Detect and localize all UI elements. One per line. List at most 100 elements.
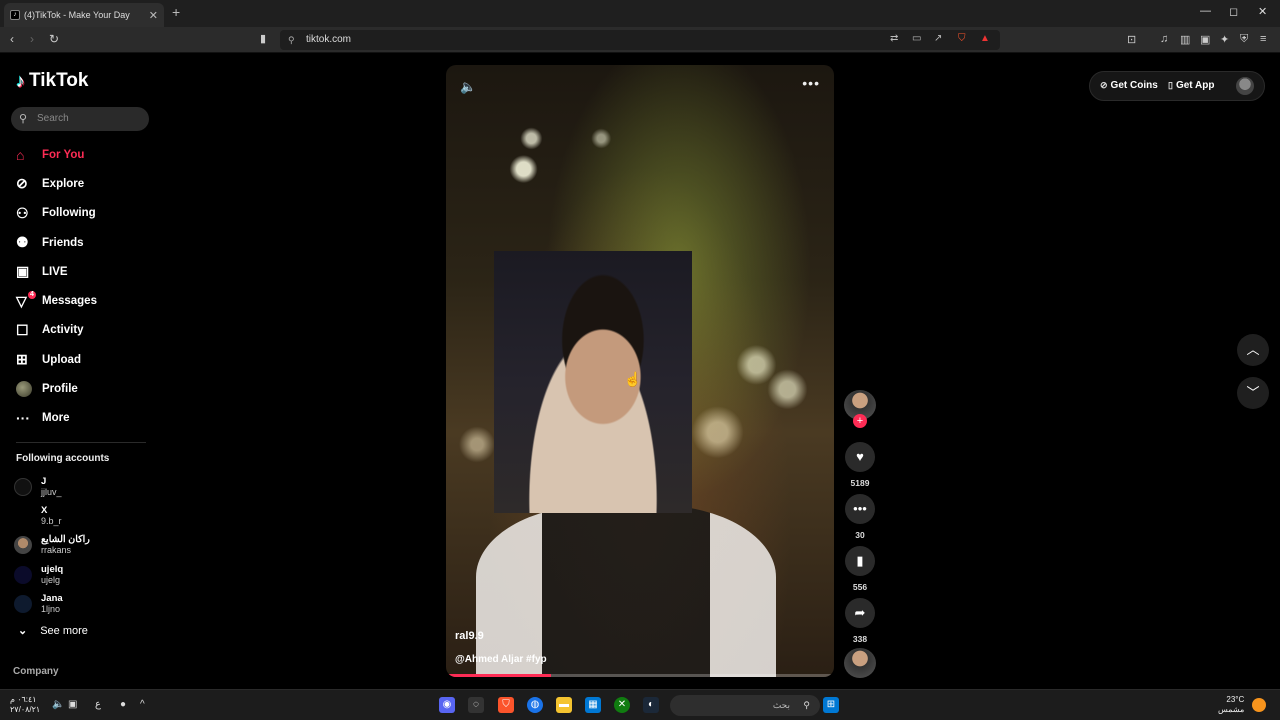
minimize-button[interactable]: — [1200,5,1211,17]
nav-label: Messages [42,295,97,308]
see-more-button[interactable]: ⌄ See more [18,624,88,637]
cast-icon[interactable]: ▭ [912,33,921,44]
following-account[interactable]: X 9.b_r [14,501,154,530]
more-options-icon[interactable]: ••• [802,75,820,91]
coin-icon: ⊘ [1100,80,1108,90]
nav-label: For You [42,148,85,161]
close-window-button[interactable]: ✕ [1258,5,1267,18]
share-arrow-icon[interactable]: ➦ [845,598,875,628]
video-progress-bar[interactable] [446,674,834,677]
file-explorer-icon[interactable]: ▬ [556,697,572,713]
windows-start-icon[interactable]: ⊞ [823,697,839,713]
brave-shield-icon[interactable]: ⛉ [958,33,966,44]
browser-tab[interactable]: ♪ (4)TikTok - Make Your Day ✕ [4,3,164,27]
get-app-button[interactable]: ▯ Get App [1168,80,1214,91]
avatar [14,506,32,525]
save-action[interactable]: ▮ 556 [844,546,876,592]
app-icon[interactable]: ◌ [468,697,484,713]
network-icon[interactable]: ▣ [68,699,77,710]
tab-search-icon[interactable]: ⊡ [1127,33,1136,46]
heart-icon[interactable]: ♥ [845,442,875,472]
activity-icon: ☐ [16,321,29,338]
nav-friends[interactable]: ⚉ Friends [16,228,156,257]
previous-video-button[interactable]: ︿ [1237,334,1269,366]
weather-widget[interactable]: 23°C مشمس [1218,695,1244,715]
search-icon: ⚲ [803,700,810,710]
tiktok-logo[interactable]: ♪ TikTok [16,70,88,92]
new-tab-button[interactable]: + [172,4,180,20]
nav-label: Friends [42,236,84,249]
search-placeholder: Search [37,113,69,124]
share-action[interactable]: ➦ 338 [844,598,876,644]
nav-label: Activity [42,324,84,337]
system-clock[interactable]: ٠٦:٤١ م ٢٧/٠٨/٢١ [10,695,40,715]
maximize-button[interactable]: ◻ [1229,5,1238,18]
get-coins-button[interactable]: ⊘ Get Coins [1100,80,1158,91]
sun-icon[interactable] [1252,698,1266,712]
store-icon[interactable]: ▦ [585,697,601,713]
save-count: 556 [852,582,868,592]
clock-time: ٠٦:٤١ م [10,695,37,704]
translate-icon[interactable]: ⇄ [890,33,898,44]
nav-more[interactable]: ··· More [16,404,156,433]
share-icon[interactable]: ↗ [934,33,942,44]
bookmark-icon[interactable]: ▮ [845,546,875,576]
close-tab-icon[interactable]: ✕ [149,9,158,22]
taskbar-search[interactable]: بحث ⚲ [670,695,820,716]
volume-icon[interactable]: 🔈 [460,79,476,95]
nav-messages[interactable]: ▽ 4 Messages [16,286,156,315]
bookmark-icon[interactable]: ▮ [260,32,266,45]
leo-ai-icon[interactable]: ✦ [1220,33,1229,46]
comment-action[interactable]: ••• 30 [844,494,876,540]
wallet-icon[interactable]: ▣ [1200,33,1210,46]
rewards-icon[interactable]: ▲ [980,33,990,44]
following-account[interactable]: Jjjluv_ [14,472,154,501]
avatar [14,536,32,555]
speaker-icon[interactable]: 🔈 [52,699,64,710]
discord-icon[interactable]: ◉ [439,697,455,713]
search-input[interactable]: ⚲ Search [11,107,149,131]
see-more-label: See more [40,625,88,637]
creator-avatar[interactable]: + [844,390,876,428]
company-link[interactable]: Company [13,666,59,677]
nav-following[interactable]: ⚇ Following [16,199,156,228]
menu-icon[interactable]: ≡ [1260,33,1266,45]
video-author[interactable]: ral9.9 [455,630,484,642]
nav-explore[interactable]: ⊘ Explore [16,169,156,198]
site-info-icon[interactable]: ⚲ [288,30,295,50]
following-account[interactable]: راكان الشايع rrakans [14,531,154,560]
tray-overflow-icon[interactable]: ^ [140,699,145,710]
media-icon[interactable]: ♫ [1160,33,1168,45]
nav-label: More [42,412,70,425]
brave-browser-icon[interactable]: ⛉ [498,697,514,713]
following-account[interactable]: Jana 1ljno [14,589,154,618]
forward-icon[interactable]: › [30,32,34,46]
comment-icon[interactable]: ••• [845,494,875,524]
nav-upload[interactable]: ⊞ Upload [16,345,156,374]
nav-for-you[interactable]: ⌂ For You [16,140,156,169]
xbox-icon[interactable]: ✕ [614,697,630,713]
action-rail: + ♥ 5189 ••• 30 ▮ 556 ➦ 338 [844,390,876,678]
follow-plus-icon[interactable]: + [853,414,867,428]
back-icon[interactable]: ‹ [10,32,14,46]
reload-icon[interactable]: ↻ [49,32,59,46]
video-caption[interactable]: @Ahmed Aljar #fyp [455,654,547,665]
nav-live[interactable]: ▣ LIVE [16,257,156,286]
steam-icon[interactable]: ◐ [643,697,659,713]
avatar [14,477,32,496]
following-account[interactable]: ujelq ujelg [14,560,154,589]
user-avatar[interactable] [1236,77,1254,95]
sidebar-toggle-icon[interactable]: ▥ [1180,33,1190,46]
nav-activity[interactable]: ☐ Activity [16,316,156,345]
language-indicator[interactable]: ع [95,699,101,710]
search-icon: ⚲ [19,113,28,125]
weather-desc: مشمس [1218,705,1245,714]
nav-profile[interactable]: Profile [16,374,156,403]
chrome-icon[interactable]: ◍ [527,697,543,713]
sound-disc-avatar[interactable] [844,648,876,678]
next-video-button[interactable]: ﹀ [1237,377,1269,409]
like-action[interactable]: ♥ 5189 [844,442,876,488]
vpn-icon[interactable]: ⛨ [1240,33,1248,46]
video-player[interactable]: 🔈 ••• ☝ ral9.9 @Ahmed Aljar #fyp [446,65,834,677]
microphone-icon[interactable]: ● [120,699,126,710]
